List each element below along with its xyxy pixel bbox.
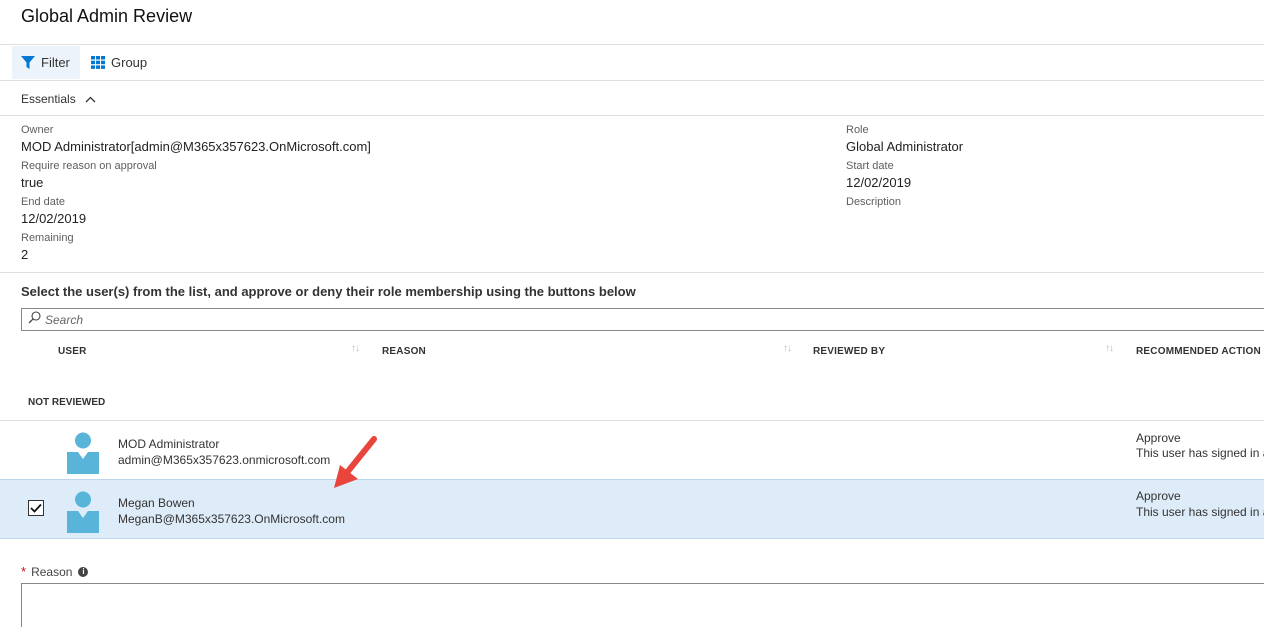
required-marker: * [21,564,27,579]
remaining-value: 2 [21,247,29,262]
divider [0,80,1264,81]
recommended-action: Approve [1136,489,1181,503]
grid-icon [91,56,105,69]
sort-icon[interactable]: ↑↓ [783,343,792,354]
end-date-value: 12/02/2019 [21,211,87,226]
column-header-recommended-action[interactable]: RECOMMENDED ACTION [1136,346,1261,357]
column-header-reviewed-by[interactable]: REVIEWED BY [813,346,885,357]
table-row[interactable]: MOD Administrator admin@M365x357623.onmi… [0,421,1264,479]
annotation-arrow-icon [334,436,377,488]
sort-icon[interactable]: ↑↓ [1105,343,1114,354]
group-header-not-reviewed: NOT REVIEWED [28,397,106,408]
search-input[interactable] [45,312,645,327]
role-value: Global Administrator [846,139,964,154]
search-box[interactable] [21,308,1264,331]
divider [0,44,1264,45]
user-name: Megan Bowen [118,496,195,510]
essentials-toggle[interactable]: Essentials [21,92,96,106]
group-button[interactable]: Group [88,46,158,79]
recommended-action-detail: This user has signed in a [1136,505,1264,519]
column-header-user[interactable]: USER [58,346,87,357]
user-email: MeganB@M365x357623.OnMicrosoft.com [118,512,345,526]
instructions-text: Select the user(s) from the list, and ap… [21,284,636,299]
user-avatar-icon [67,491,99,533]
user-avatar-icon [67,432,99,474]
user-name: MOD Administrator [118,437,220,451]
role-label: Role [846,124,869,136]
recommended-action: Approve [1136,431,1181,445]
column-header-reason[interactable]: REASON [382,346,426,357]
essentials-label: Essentials [21,92,76,106]
end-date-label: End date [21,196,66,208]
owner-value: MOD Administrator[admin@M365x357623.OnMi… [21,139,371,154]
sort-icon[interactable]: ↑↓ [351,343,360,354]
divider [0,115,1264,116]
reason-label-text: Reason [31,564,73,579]
start-date-value: 12/02/2019 [846,175,912,190]
filter-button[interactable]: Filter [12,46,80,79]
group-label: Group [111,55,148,70]
reason-label: * Reason i [21,564,89,579]
chevron-up-icon [85,96,96,103]
start-date-label: Start date [846,160,894,172]
info-icon[interactable]: i [78,566,89,577]
search-icon [28,310,41,329]
filter-icon [21,55,35,70]
row-checkbox[interactable] [28,500,44,516]
remaining-label: Remaining [21,232,74,244]
description-label: Description [846,196,902,208]
owner-label: Owner [21,124,54,136]
require-reason-value: true [21,175,44,190]
user-email: admin@M365x357623.onmicrosoft.com [118,453,331,467]
checkmark-icon [30,503,42,513]
table-row[interactable]: Megan Bowen MeganB@M365x357623.OnMicroso… [0,479,1264,539]
reason-field[interactable] [21,583,1264,627]
recommended-action-detail: This user has signed in a [1136,446,1264,460]
divider [0,272,1264,273]
page-title: Global Admin Review [21,6,193,26]
require-reason-label: Require reason on approval [21,160,157,172]
filter-label: Filter [41,55,70,70]
